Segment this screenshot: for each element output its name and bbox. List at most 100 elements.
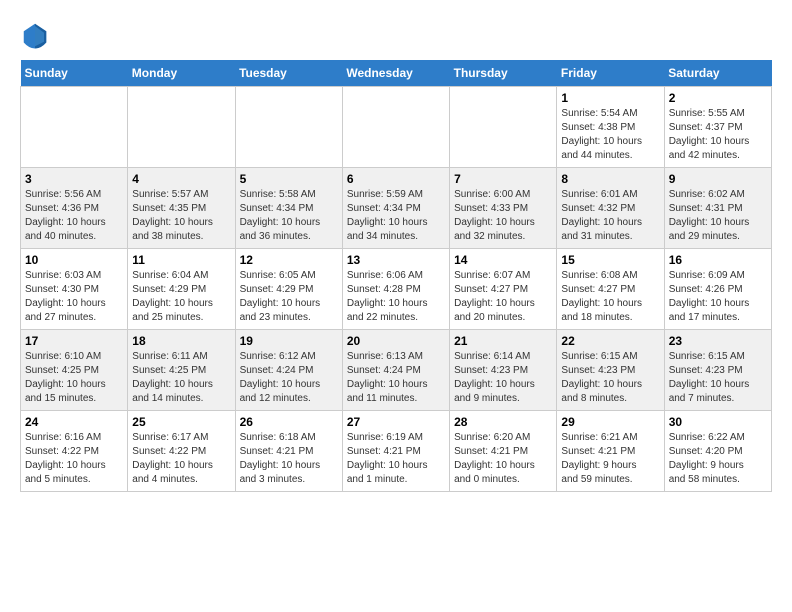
day-number: 20 [347,334,445,348]
day-number: 23 [669,334,767,348]
weekday-header-tuesday: Tuesday [235,60,342,87]
calendar-cell: 19 Sunrise: 6:12 AM Sunset: 4:24 PM Dayli… [235,330,342,411]
day-info: Sunrise: 6:14 AM Sunset: 4:23 PM Dayligh… [454,350,552,406]
day-info: Sunrise: 5:55 AM Sunset: 4:37 PM Dayligh… [669,107,767,163]
page-header [20,20,772,50]
calendar-cell: 16 Sunrise: 6:09 AM Sunset: 4:26 PM Dayli… [664,249,771,330]
day-number: 11 [132,253,230,267]
day-info: Sunrise: 6:21 AM Sunset: 4:21 PM Dayligh… [561,431,659,487]
day-info: Sunrise: 6:01 AM Sunset: 4:32 PM Dayligh… [561,188,659,244]
day-number: 29 [561,415,659,429]
day-number: 19 [240,334,338,348]
day-info: Sunrise: 6:12 AM Sunset: 4:24 PM Dayligh… [240,350,338,406]
day-info: Sunrise: 6:15 AM Sunset: 4:23 PM Dayligh… [669,350,767,406]
day-info: Sunrise: 6:18 AM Sunset: 4:21 PM Dayligh… [240,431,338,487]
day-info: Sunrise: 6:03 AM Sunset: 4:30 PM Dayligh… [25,269,123,325]
calendar-cell [450,87,557,168]
calendar-cell: 7 Sunrise: 6:00 AM Sunset: 4:33 PM Daylig… [450,168,557,249]
calendar-cell: 23 Sunrise: 6:15 AM Sunset: 4:23 PM Dayli… [664,330,771,411]
day-number: 10 [25,253,123,267]
day-number: 5 [240,172,338,186]
calendar-cell [21,87,128,168]
day-number: 21 [454,334,552,348]
day-info: Sunrise: 6:07 AM Sunset: 4:27 PM Dayligh… [454,269,552,325]
day-number: 27 [347,415,445,429]
calendar-cell: 21 Sunrise: 6:14 AM Sunset: 4:23 PM Dayli… [450,330,557,411]
day-number: 6 [347,172,445,186]
day-number: 13 [347,253,445,267]
weekday-header-monday: Monday [128,60,235,87]
day-number: 25 [132,415,230,429]
day-info: Sunrise: 5:57 AM Sunset: 4:35 PM Dayligh… [132,188,230,244]
calendar-cell: 8 Sunrise: 6:01 AM Sunset: 4:32 PM Daylig… [557,168,664,249]
day-number: 4 [132,172,230,186]
calendar-week-row: 10 Sunrise: 6:03 AM Sunset: 4:30 PM Dayli… [21,249,772,330]
calendar-cell: 2 Sunrise: 5:55 AM Sunset: 4:37 PM Daylig… [664,87,771,168]
day-info: Sunrise: 6:00 AM Sunset: 4:33 PM Dayligh… [454,188,552,244]
day-number: 18 [132,334,230,348]
day-info: Sunrise: 5:58 AM Sunset: 4:34 PM Dayligh… [240,188,338,244]
calendar-cell: 26 Sunrise: 6:18 AM Sunset: 4:21 PM Dayli… [235,411,342,492]
day-info: Sunrise: 6:09 AM Sunset: 4:26 PM Dayligh… [669,269,767,325]
logo [20,20,56,50]
day-info: Sunrise: 6:17 AM Sunset: 4:22 PM Dayligh… [132,431,230,487]
weekday-header-sunday: Sunday [21,60,128,87]
calendar-week-row: 3 Sunrise: 5:56 AM Sunset: 4:36 PM Daylig… [21,168,772,249]
calendar-cell: 5 Sunrise: 5:58 AM Sunset: 4:34 PM Daylig… [235,168,342,249]
calendar-cell: 4 Sunrise: 5:57 AM Sunset: 4:35 PM Daylig… [128,168,235,249]
calendar-cell [128,87,235,168]
day-number: 17 [25,334,123,348]
calendar-cell: 17 Sunrise: 6:10 AM Sunset: 4:25 PM Dayli… [21,330,128,411]
calendar-cell: 25 Sunrise: 6:17 AM Sunset: 4:22 PM Dayli… [128,411,235,492]
day-info: Sunrise: 6:04 AM Sunset: 4:29 PM Dayligh… [132,269,230,325]
calendar-cell: 28 Sunrise: 6:20 AM Sunset: 4:21 PM Dayli… [450,411,557,492]
calendar-cell: 13 Sunrise: 6:06 AM Sunset: 4:28 PM Dayli… [342,249,449,330]
weekday-header-friday: Friday [557,60,664,87]
day-info: Sunrise: 5:56 AM Sunset: 4:36 PM Dayligh… [25,188,123,244]
logo-icon [20,20,50,50]
calendar-cell: 20 Sunrise: 6:13 AM Sunset: 4:24 PM Dayli… [342,330,449,411]
calendar-cell: 15Sunrise: 6:08 AM Sunset: 4:27 PM Dayli… [557,249,664,330]
day-info: Sunrise: 6:13 AM Sunset: 4:24 PM Dayligh… [347,350,445,406]
day-number: 16 [669,253,767,267]
day-info: Sunrise: 6:20 AM Sunset: 4:21 PM Dayligh… [454,431,552,487]
day-number: 7 [454,172,552,186]
day-number: 1 [561,91,659,105]
weekday-header-thursday: Thursday [450,60,557,87]
day-number: 14 [454,253,552,267]
calendar-week-row: 24Sunrise: 6:16 AM Sunset: 4:22 PM Dayli… [21,411,772,492]
day-number: 26 [240,415,338,429]
day-number: 2 [669,91,767,105]
day-info: Sunrise: 5:59 AM Sunset: 4:34 PM Dayligh… [347,188,445,244]
day-number: 3 [25,172,123,186]
calendar-cell: 6 Sunrise: 5:59 AM Sunset: 4:34 PM Daylig… [342,168,449,249]
calendar-cell [342,87,449,168]
calendar-cell: 12 Sunrise: 6:05 AM Sunset: 4:29 PM Dayli… [235,249,342,330]
day-number: 15 [561,253,659,267]
day-info: Sunrise: 6:19 AM Sunset: 4:21 PM Dayligh… [347,431,445,487]
day-info: Sunrise: 6:02 AM Sunset: 4:31 PM Dayligh… [669,188,767,244]
calendar-cell [235,87,342,168]
day-info: Sunrise: 6:05 AM Sunset: 4:29 PM Dayligh… [240,269,338,325]
day-number: 12 [240,253,338,267]
day-info: Sunrise: 6:15 AM Sunset: 4:23 PM Dayligh… [561,350,659,406]
day-info: Sunrise: 6:10 AM Sunset: 4:25 PM Dayligh… [25,350,123,406]
calendar-cell: 27 Sunrise: 6:19 AM Sunset: 4:21 PM Dayli… [342,411,449,492]
day-number: 9 [669,172,767,186]
weekday-header-row: SundayMondayTuesdayWednesdayThursdayFrid… [21,60,772,87]
calendar-cell: 24Sunrise: 6:16 AM Sunset: 4:22 PM Dayli… [21,411,128,492]
day-number: 30 [669,415,767,429]
calendar-week-row: 17 Sunrise: 6:10 AM Sunset: 4:25 PM Dayli… [21,330,772,411]
weekday-header-wednesday: Wednesday [342,60,449,87]
calendar-cell: 11 Sunrise: 6:04 AM Sunset: 4:29 PM Dayli… [128,249,235,330]
calendar-cell: 10 Sunrise: 6:03 AM Sunset: 4:30 PM Dayli… [21,249,128,330]
calendar-cell: 29 Sunrise: 6:21 AM Sunset: 4:21 PM Dayli… [557,411,664,492]
calendar-cell: 18Sunrise: 6:11 AM Sunset: 4:25 PM Dayli… [128,330,235,411]
day-number: 24 [25,415,123,429]
calendar-cell: 30Sunrise: 6:22 AM Sunset: 4:20 PM Dayli… [664,411,771,492]
day-info: Sunrise: 5:54 AM Sunset: 4:38 PM Dayligh… [561,107,659,163]
day-number: 8 [561,172,659,186]
day-number: 28 [454,415,552,429]
calendar-cell: 3 Sunrise: 5:56 AM Sunset: 4:36 PM Daylig… [21,168,128,249]
day-info: Sunrise: 6:06 AM Sunset: 4:28 PM Dayligh… [347,269,445,325]
